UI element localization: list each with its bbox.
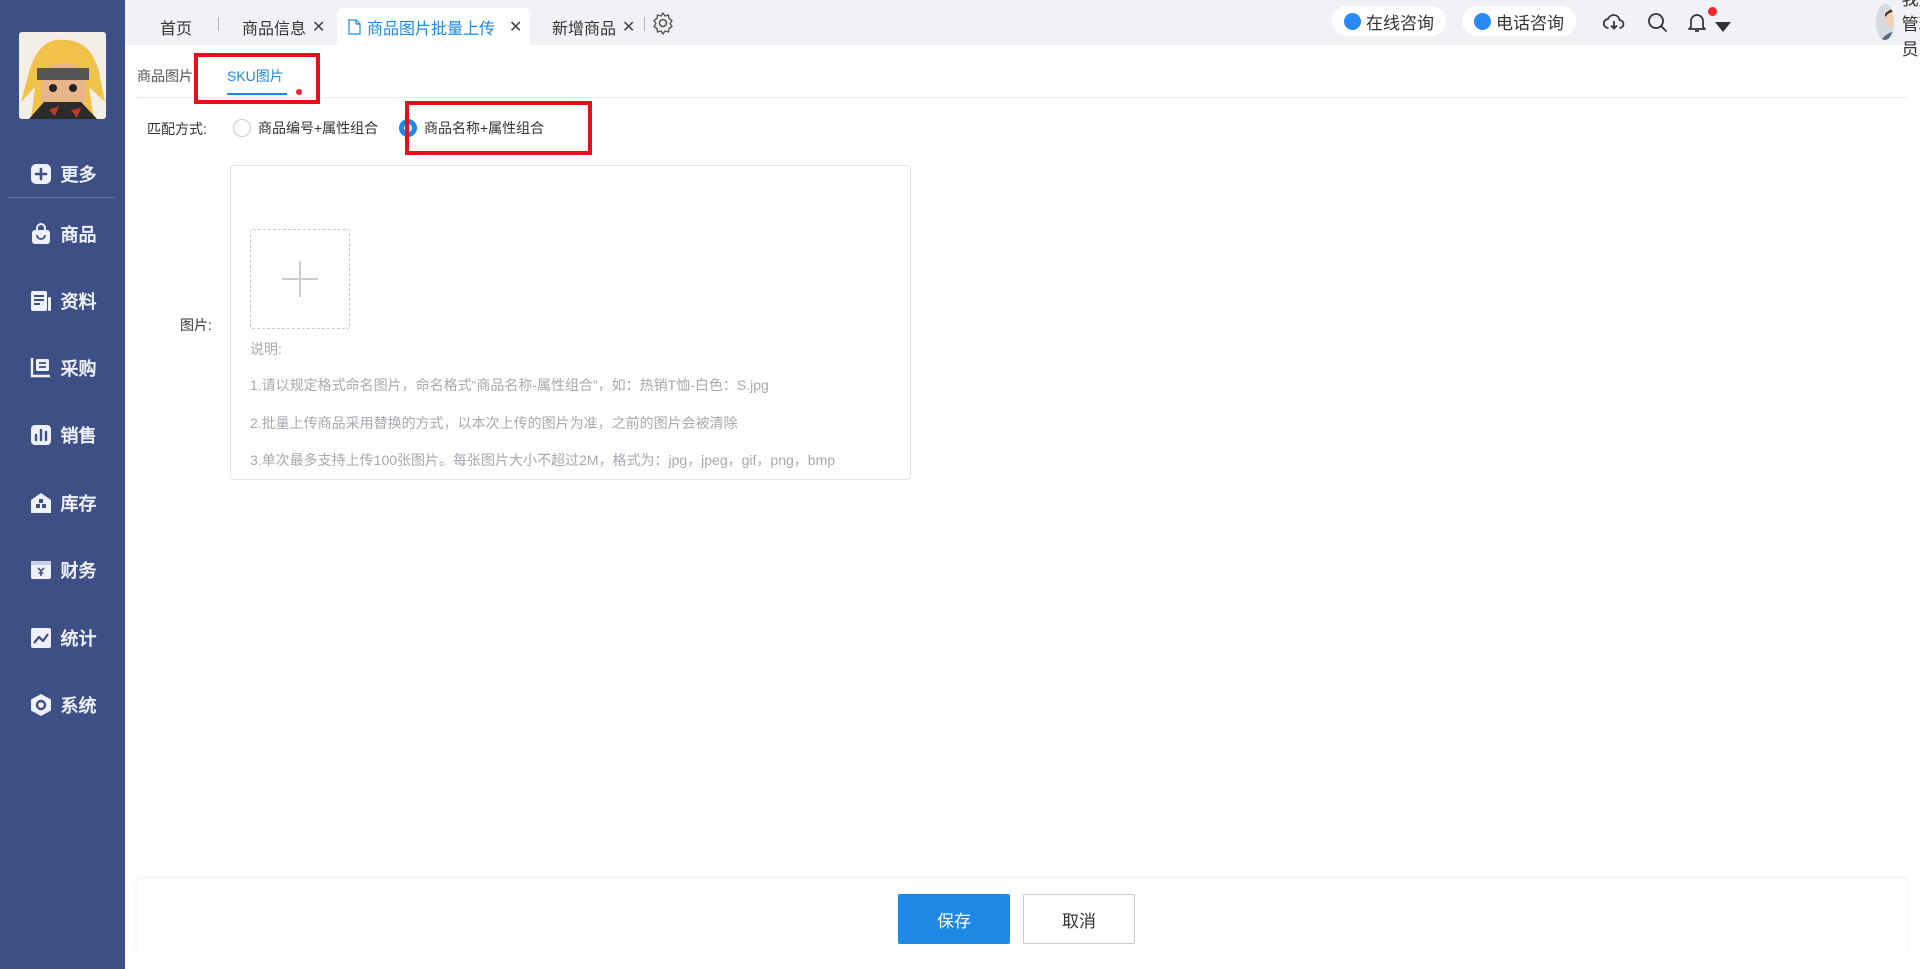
- tab-label: 商品信息: [242, 20, 307, 38]
- sidebar-item-label: 库存: [60, 494, 97, 514]
- radio-label: 商品名称+属性组合: [424, 120, 545, 136]
- note-line-2: 2.批量上传商品采用替换的方式，以本次上传的图片为准，之前的图片会被清除: [250, 415, 738, 431]
- purchase-icon: [30, 358, 50, 378]
- tab-product-image-upload[interactable]: 商品图片批量上传 ✕: [337, 8, 531, 45]
- sidebar-divider: [8, 197, 115, 198]
- tab-label: 商品图片批量上传: [367, 20, 496, 38]
- sidebar-item-inventory[interactable]: 库存: [0, 483, 125, 523]
- document-icon: [348, 18, 361, 35]
- sidebar-item-more[interactable]: 更多: [0, 154, 125, 194]
- tab-label: 首页: [160, 20, 193, 38]
- sidebar-item-label: 采购: [60, 359, 97, 379]
- image-type-tabs: 商品图片 SKU图片: [137, 62, 1907, 98]
- close-icon[interactable]: ✕: [312, 17, 325, 37]
- active-tab-indicator: [227, 93, 287, 95]
- sidebar-item-purchase[interactable]: 采购: [0, 348, 125, 388]
- shopping-bag-icon: [31, 223, 50, 244]
- tab-product-image[interactable]: 商品图片: [137, 66, 193, 86]
- line-chart-icon: [30, 628, 51, 648]
- radio-code-attribute[interactable]: 商品编号+属性组合: [233, 118, 378, 138]
- close-icon[interactable]: ✕: [622, 17, 635, 37]
- tab-label: 新增商品: [552, 20, 617, 38]
- notification-dot: [1708, 7, 1717, 16]
- avatar: [1876, 4, 1894, 40]
- sidebar-item-label: 更多: [60, 165, 97, 185]
- close-icon[interactable]: ✕: [509, 17, 522, 37]
- yuan-wallet-icon: [30, 561, 51, 579]
- search-icon[interactable]: [1645, 10, 1669, 34]
- footer-actions: 保存 取消: [137, 879, 1907, 957]
- logo-avatar: [19, 32, 106, 119]
- tab-new-product[interactable]: 新增商品 ✕: [552, 8, 635, 45]
- sidebar-item-label: 销售: [60, 426, 97, 446]
- sidebar-item-label: 资料: [60, 292, 97, 312]
- hexagon-gear-icon: [30, 694, 51, 716]
- sidebar-item-label: 系统: [60, 696, 97, 716]
- sidebar-item-data[interactable]: 资料: [0, 281, 125, 321]
- tab-product-info[interactable]: 商品信息 ✕: [242, 8, 325, 45]
- plus-square-icon: [30, 164, 51, 184]
- match-mode-label: 匹配方式:: [147, 121, 207, 137]
- tab-separator: [644, 17, 645, 31]
- note-line-3: 3.单次最多支持上传100张图片。每张图片大小不超过2M，格式为：jpg，jpe…: [250, 452, 836, 468]
- radio-circle: [399, 119, 417, 137]
- radio-circle: [233, 119, 251, 137]
- tab-separator: [218, 17, 219, 31]
- sidebar-item-label: 统计: [60, 629, 97, 649]
- phone-icon: [1474, 12, 1491, 30]
- user-name: 我是管理员: [1901, 0, 1920, 59]
- radio-label: 商品编号+属性组合: [258, 120, 379, 136]
- cloud-download-icon[interactable]: [1602, 10, 1626, 34]
- sidebar-item-label: 商品: [60, 225, 97, 245]
- sidebar-item-statistics[interactable]: 统计: [0, 618, 125, 658]
- sidebar-item-label: 财务: [60, 561, 97, 581]
- radio-name-attribute[interactable]: 商品名称+属性组合: [399, 118, 544, 138]
- image-label: 图片:: [180, 317, 212, 333]
- cancel-button[interactable]: 取消: [1023, 894, 1135, 944]
- plus-icon: [282, 261, 318, 297]
- sidebar-item-finance[interactable]: 财务: [0, 550, 125, 590]
- sidebar-item-sales[interactable]: 销售: [0, 415, 125, 455]
- tab-home[interactable]: 首页: [160, 8, 192, 45]
- sidebar-item-goods[interactable]: 商品: [0, 214, 125, 254]
- cursor-dot: [296, 89, 302, 95]
- upload-panel: 说明: 1.请以规定格式命名图片，命名格式“商品名称-属性组合”，如：热销T恤-…: [230, 165, 911, 480]
- user-menu[interactable]: 我是管理员: [1876, 0, 1920, 59]
- online-consult-button[interactable]: 在线咨询: [1332, 6, 1446, 36]
- tab-sku-image[interactable]: SKU图片: [227, 66, 284, 86]
- tab-settings-gear-icon[interactable]: [651, 11, 673, 35]
- online-consult-label: 在线咨询: [1366, 13, 1434, 33]
- top-bar: 首页 商品信息 ✕ 商品图片批量上传 ✕ 新增商品 ✕ 在线咨询 电话咨询 管 …: [125, 0, 1920, 59]
- note-title: 说明:: [250, 341, 282, 357]
- warehouse-icon: [30, 493, 51, 513]
- sidebar-item-system[interactable]: 系统: [0, 685, 125, 725]
- phone-consult-button[interactable]: 电话咨询: [1462, 6, 1576, 36]
- sidebar: 更多 商品 资料 采购 销售 库存 财务 统计 系统: [0, 0, 125, 969]
- note-line-1: 1.请以规定格式命名图片，命名格式“商品名称-属性组合”，如：热销T恤-白色：S…: [250, 377, 769, 393]
- bar-chart-icon: [30, 425, 51, 445]
- save-button[interactable]: 保存: [898, 894, 1010, 944]
- bell-icon[interactable]: [1685, 10, 1709, 34]
- upload-button[interactable]: [250, 229, 350, 329]
- phone-consult-label: 电话咨询: [1496, 13, 1564, 33]
- document-icon: [30, 291, 51, 311]
- chat-bubble-icon: [1344, 12, 1361, 30]
